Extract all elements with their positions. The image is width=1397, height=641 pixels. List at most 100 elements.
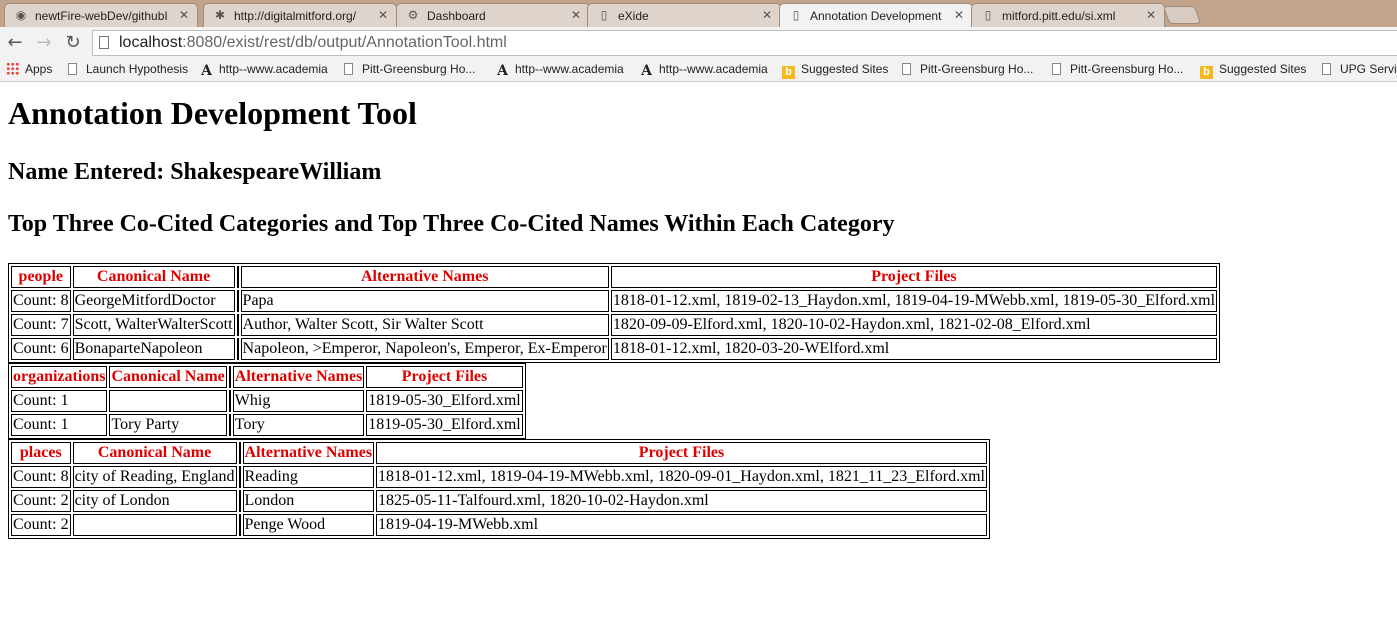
- back-arrow-icon[interactable]: ←: [4, 32, 26, 54]
- page-icon: [1052, 63, 1061, 75]
- table-cell: Author, Walter Scott, Sir Walter Scott: [240, 314, 609, 336]
- bookmark-item[interactable]: Pitt-Greensburg Ho...: [902, 62, 1033, 78]
- tab[interactable]: ◉ newtFire-webDev/githubI ✕: [4, 3, 198, 27]
- bookmark-label: Launch Hypothesis: [86, 62, 189, 76]
- new-tab-button[interactable]: [1162, 6, 1202, 24]
- tab-label: Annotation Development: [810, 9, 942, 23]
- tab[interactable]: ✱ http://digitalmitford.org/ ✕: [203, 3, 397, 27]
- reload-icon[interactable]: ↻: [62, 32, 84, 54]
- bing-icon: b: [1200, 66, 1213, 79]
- category-header: people: [11, 266, 71, 288]
- table-cell: 1820-09-09-Elford.xml, 1820-10-02-Haydon…: [610, 314, 1218, 336]
- tab[interactable]: ▯ eXide ✕: [587, 3, 781, 27]
- column-header: [236, 266, 239, 288]
- table-cell: BonaparteNapoleon: [72, 338, 235, 360]
- table-cell: [72, 514, 237, 536]
- table-row: Count: 1 Tory Party Tory 1819-05-30_Elford.…: [11, 414, 523, 436]
- tab[interactable]: ⚙ Dashboard ✕: [396, 3, 590, 27]
- close-icon[interactable]: ✕: [1146, 8, 1156, 22]
- table-cell: [236, 314, 239, 336]
- table-header-row: people Canonical Name Alternative Names Pro…: [11, 266, 1218, 288]
- close-icon[interactable]: ✕: [378, 8, 388, 22]
- url-text: localhost:8080/exist/rest/db/output/Anno…: [119, 34, 507, 51]
- academia-icon: A: [641, 63, 652, 79]
- page-icon: ▯: [984, 8, 992, 22]
- github-icon: ◉: [15, 8, 27, 22]
- table-header-row: organizations Canonical Name Alternative N…: [11, 366, 523, 388]
- column-header: Canonical Name: [72, 442, 237, 464]
- table-cell: Penge Wood: [242, 514, 375, 536]
- table-cell: [236, 290, 239, 312]
- bookmark-item[interactable]: UPG Servic: [1322, 62, 1397, 78]
- tab[interactable]: ▯ Annotation Development ✕: [779, 3, 973, 27]
- address-bar[interactable]: localhost:8080/exist/rest/db/output/Anno…: [92, 30, 1397, 56]
- table-cell: city of London: [72, 490, 237, 512]
- tab[interactable]: ▯ mitford.pitt.edu/si.xml ✕: [971, 3, 1165, 27]
- bookmark-label: Apps: [25, 62, 53, 76]
- page-icon: ▯: [600, 8, 608, 22]
- tab-label: newtFire-webDev/githubI: [35, 9, 168, 23]
- bookmark-item[interactable]: Apps: [6, 62, 52, 78]
- close-icon[interactable]: ✕: [954, 8, 964, 22]
- table-cell: Reading: [242, 466, 375, 488]
- table-cell: Count: 7: [11, 314, 71, 336]
- table-cell: Count: 6: [11, 338, 71, 360]
- table-cell: Count: 8: [11, 290, 71, 312]
- table-cell: [238, 466, 241, 488]
- page-icon: [68, 63, 77, 75]
- table-row: Count: 6 BonaparteNapoleon Napoleon, >Empe…: [11, 338, 1218, 360]
- table-row: Count: 2 city of London London 1825-05-11-T…: [11, 490, 987, 512]
- table-cell: Tory: [232, 414, 365, 436]
- table-cell: London: [242, 490, 375, 512]
- table-cell: 1818-01-12.xml, 1819-02-13_Haydon.xml, 1…: [610, 290, 1218, 312]
- bookmark-item[interactable]: Pitt-Greensburg Ho...: [344, 62, 475, 78]
- column-header: Project Files: [376, 442, 987, 464]
- academia-icon: A: [201, 63, 212, 79]
- bookmark-item[interactable]: b Suggested Sites: [1200, 62, 1307, 79]
- table-row: Count: 7 Scott, WalterWalterScott Author, …: [11, 314, 1218, 336]
- bookmark-item[interactable]: Ahttp--www.academia: [640, 62, 768, 78]
- table-cell: 1819-05-30_Elford.xml: [366, 390, 523, 412]
- bookmark-label: Suggested Sites: [1219, 62, 1307, 76]
- bookmark-item[interactable]: b Suggested Sites: [782, 62, 888, 79]
- column-header: Alternative Names: [242, 442, 375, 464]
- page-icon: ▯: [792, 8, 800, 22]
- close-icon[interactable]: ✕: [571, 8, 581, 22]
- bookmark-label: Pitt-Greensburg Ho...: [1070, 62, 1184, 76]
- close-icon[interactable]: ✕: [762, 8, 772, 22]
- column-header: Project Files: [610, 266, 1218, 288]
- table-cell: [238, 514, 241, 536]
- bookmark-label: http--www.academia: [659, 62, 768, 76]
- google-drive-icon: ✱: [214, 8, 226, 22]
- bookmark-item[interactable]: Launch Hypothesis: [68, 62, 188, 78]
- column-header: Alternative Names: [232, 366, 365, 388]
- bookmark-item[interactable]: Pitt-Greensburg Ho...: [1052, 62, 1183, 78]
- close-icon[interactable]: ✕: [179, 8, 189, 22]
- bookmark-item[interactable]: Ahttp--www.academia: [496, 62, 624, 78]
- table-header-row: places Canonical Name Alternative Names Pro…: [11, 442, 987, 464]
- page-icon: [902, 63, 911, 75]
- table-cell: 1818-01-12.xml, 1819-04-19-MWebb.xml, 18…: [376, 466, 987, 488]
- bookmark-item[interactable]: Ahttp--www.academia: [200, 62, 328, 78]
- academia-icon: A: [497, 63, 508, 79]
- page-title: Annotation Development Tool: [8, 95, 417, 131]
- table-cell: [238, 490, 241, 512]
- bookmark-label: http--www.academia: [219, 62, 328, 76]
- column-header: Alternative Names: [240, 266, 609, 288]
- table-cell: Count: 8: [11, 466, 71, 488]
- forward-arrow-icon[interactable]: →: [33, 32, 55, 54]
- page-icon: [344, 63, 353, 75]
- table-cell: GeorgeMitfordDoctor: [72, 290, 235, 312]
- section-heading: Top Three Co-Cited Categories and Top Th…: [8, 211, 895, 237]
- table-cell: [228, 390, 231, 412]
- dashboard-icon: ⚙: [407, 8, 419, 22]
- apps-icon: [6, 62, 19, 75]
- category-table: places Canonical Name Alternative Names Pro…: [8, 439, 990, 539]
- bookmark-label: Pitt-Greensburg Ho...: [920, 62, 1034, 76]
- table-cell: Count: 1: [11, 390, 108, 412]
- category-table: people Canonical Name Alternative Names Pro…: [8, 263, 1221, 363]
- page-icon: [1322, 63, 1331, 75]
- table-row: Count: 1 Whig 1819-05-30_Elford.xml: [11, 390, 523, 412]
- name-entered-heading: Name Entered: ShakespeareWilliam: [8, 159, 382, 185]
- table-cell: 1818-01-12.xml, 1820-03-20-WElford.xml: [610, 338, 1218, 360]
